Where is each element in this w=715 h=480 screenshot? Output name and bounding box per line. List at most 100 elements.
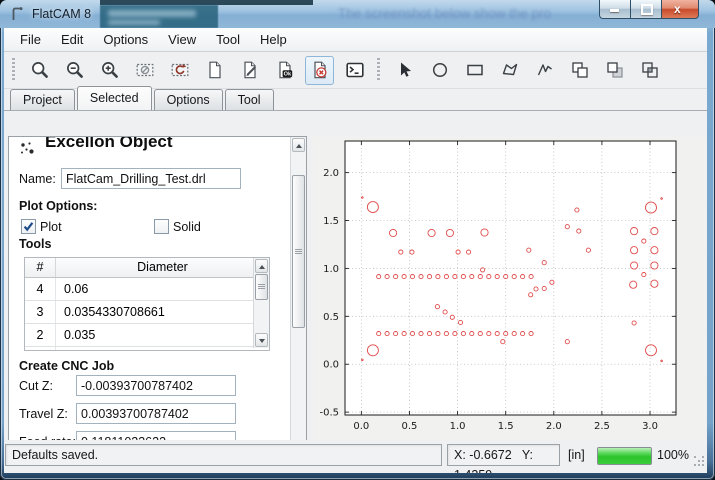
draw-rectangle-icon <box>465 60 485 80</box>
zoom-out-button[interactable] <box>60 56 89 85</box>
save-project-icon: Ok <box>275 60 295 80</box>
shell-button[interactable] <box>340 56 369 85</box>
window-controls: x <box>599 0 699 19</box>
scroll-down-button[interactable] <box>255 333 268 347</box>
titlebar[interactable]: The screenshot below show the pro FlatCA… <box>0 0 715 28</box>
solid-checkbox-label: Solid <box>173 220 201 234</box>
close-icon: x <box>674 2 681 16</box>
tool-diameter-header[interactable]: Diameter <box>56 258 269 277</box>
draw-circle-button[interactable] <box>425 56 454 85</box>
tool-diameter-cell[interactable]: 0.06 <box>56 278 269 300</box>
tab-selected[interactable]: Selected <box>77 86 152 110</box>
maximize-icon <box>641 4 653 15</box>
tools-table-scrollbar[interactable] <box>253 258 269 348</box>
draw-rectangle-button[interactable] <box>460 56 489 85</box>
zoom-in-button[interactable] <box>95 56 124 85</box>
toolbar-group-1: Ok <box>12 56 369 85</box>
panel-title: Excellon Object <box>45 137 275 153</box>
menu-tool[interactable]: Tool <box>206 29 250 50</box>
union-button[interactable] <box>565 56 594 85</box>
toolbar-drag-handle[interactable] <box>12 58 15 82</box>
draw-polygon-icon <box>500 60 520 80</box>
tools-table-header: # Diameter <box>25 258 269 278</box>
minimize-button[interactable] <box>599 0 631 19</box>
x-tick-label: 2.5 <box>594 421 610 432</box>
thumb-grip-icon <box>295 249 302 250</box>
coordinate-x: X: -0.6672 <box>454 448 512 462</box>
tab-options[interactable]: Options <box>154 89 223 110</box>
zoom-out-icon <box>65 60 85 80</box>
scroll-up-button[interactable] <box>255 259 268 273</box>
clear-plot-button[interactable] <box>130 56 159 85</box>
intersect-button[interactable] <box>635 56 664 85</box>
toolbar: Ok <box>4 52 707 89</box>
tool-diameter-cell[interactable]: 0.0354330708661 <box>56 301 269 323</box>
status-message-box: Defaults saved. <box>5 444 442 466</box>
tabbar: ProjectSelectedOptionsTool <box>4 88 707 110</box>
svg-text:Ok: Ok <box>283 72 291 78</box>
tools-label: Tools <box>19 237 51 251</box>
tool-diameter-cell <box>56 347 269 351</box>
arrow-down-icon <box>259 339 265 343</box>
drill-plot[interactable]: 0.00.51.01.52.02.53.0-0.50.00.51.01.52.0 <box>313 137 706 441</box>
x-tick-label: 3.0 <box>642 421 658 432</box>
x-tick-label: 2.0 <box>546 421 562 432</box>
y-tick-label: 1.5 <box>323 216 339 227</box>
tab-project[interactable]: Project <box>10 89 75 110</box>
thumb-grip-icon <box>258 284 265 285</box>
tool-diameter-cell[interactable]: 0.035 <box>56 324 269 346</box>
scrollbar-thumb[interactable] <box>255 274 268 300</box>
open-project-button[interactable] <box>235 56 264 85</box>
menu-file[interactable]: File <box>10 29 51 50</box>
name-input[interactable] <box>61 168 241 189</box>
tool-row[interactable]: 20.035 <box>25 324 269 347</box>
travel-z-input[interactable] <box>76 403 236 424</box>
resize-grip[interactable] <box>694 456 704 466</box>
tool-row[interactable]: 40.06 <box>25 278 269 301</box>
menu-help[interactable]: Help <box>250 29 297 50</box>
tool-number-cell[interactable]: 2 <box>25 324 56 346</box>
aero-ghost-line <box>108 20 160 25</box>
selected-object-panel: Excellon Object Name: Plot Options: Plot… <box>8 136 307 467</box>
scroll-up-button[interactable] <box>292 138 305 152</box>
aero-ghost-text: The screenshot below show the pro <box>338 6 638 21</box>
cut-z-label: Cut Z: <box>19 379 53 393</box>
client-area: FileEditOptionsViewToolHelp Ok ProjectSe… <box>4 28 707 473</box>
y-tick-label: -0.5 <box>319 408 339 419</box>
subtract-button[interactable] <box>600 56 629 85</box>
new-project-button[interactable] <box>200 56 229 85</box>
menubar: FileEditOptionsViewToolHelp <box>4 28 707 52</box>
menu-edit[interactable]: Edit <box>51 29 93 50</box>
select-icon <box>395 60 415 80</box>
menu-options[interactable]: Options <box>93 29 158 50</box>
draw-circle-icon <box>430 60 450 80</box>
delete-object-button[interactable] <box>305 56 334 85</box>
excellon-drill-icon <box>18 140 36 158</box>
tab-tool[interactable]: Tool <box>225 89 274 110</box>
tool-row-partial[interactable] <box>25 347 269 351</box>
tool-number-cell[interactable]: 4 <box>25 278 56 300</box>
progress-fill <box>598 448 651 464</box>
close-button[interactable]: x <box>662 0 699 19</box>
progress-bar <box>597 447 652 465</box>
scrollbar-thumb[interactable] <box>292 175 305 328</box>
select-button[interactable] <box>390 56 419 85</box>
subtract-icon <box>605 60 625 80</box>
menu-view[interactable]: View <box>158 29 206 50</box>
solid-checkbox[interactable] <box>154 219 169 234</box>
zoom-fit-button[interactable] <box>25 56 54 85</box>
save-project-button[interactable]: Ok <box>270 56 299 85</box>
panel-scrollbar[interactable] <box>290 137 306 464</box>
replot-button[interactable] <box>165 56 194 85</box>
shell-icon <box>345 60 365 80</box>
tool-number-header[interactable]: # <box>25 258 56 277</box>
tool-row[interactable]: 30.0354330708661 <box>25 301 269 324</box>
toolbar-drag-handle[interactable] <box>377 58 380 82</box>
draw-path-button[interactable] <box>530 56 559 85</box>
cut-z-input[interactable] <box>76 375 236 396</box>
draw-polygon-button[interactable] <box>495 56 524 85</box>
plot-checkbox[interactable] <box>21 219 36 234</box>
plot-canvas[interactable]: 0.00.51.01.52.02.53.0-0.50.00.51.01.52.0 <box>313 137 706 441</box>
maximize-button[interactable] <box>631 0 662 19</box>
tool-number-cell[interactable]: 3 <box>25 301 56 323</box>
